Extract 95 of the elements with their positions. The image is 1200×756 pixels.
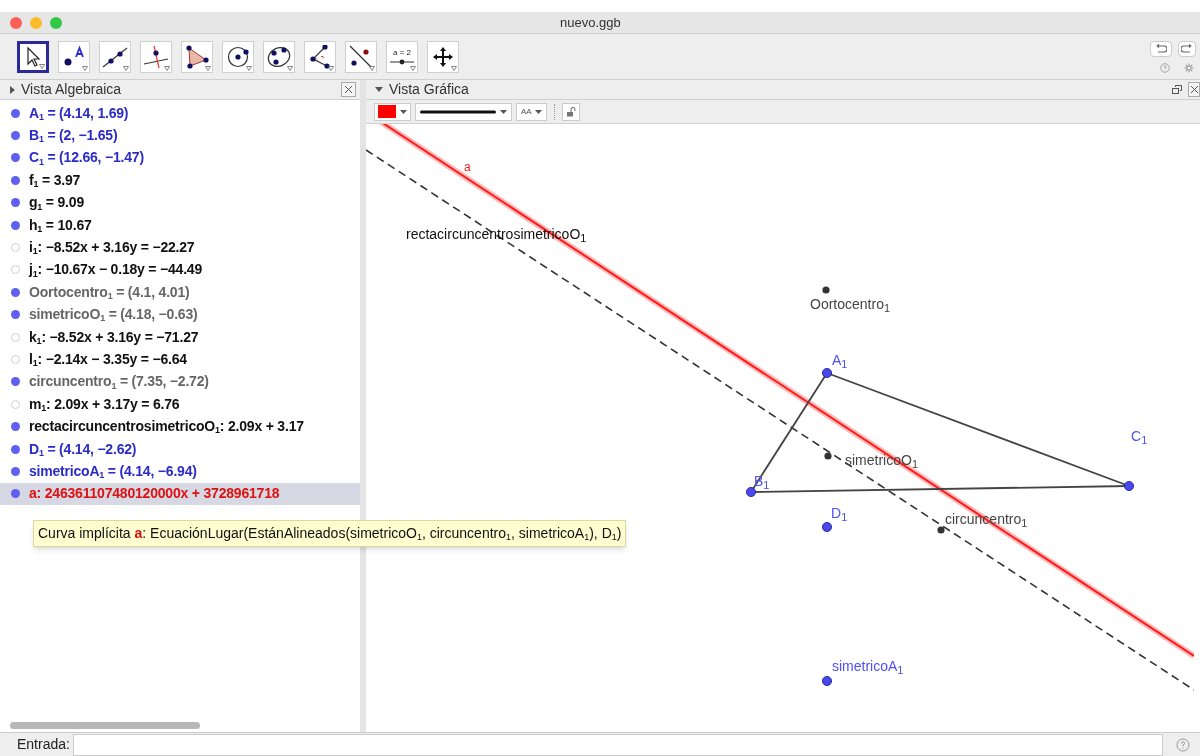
point-marker[interactable] (822, 286, 830, 294)
point-marker[interactable] (822, 676, 832, 686)
algebra-row[interactable]: j$_{1}$: −10.67x − 0.18y = −44.49 (0, 258, 360, 282)
algebra-entry: h$_{1}$ = 10.67 (29, 215, 92, 236)
algebra-entry: l$_{1}$: −2.14x − 3.35y = −6.64 (29, 350, 187, 370)
algebra-entry: A$_{1}$ = (4.14, 1.69) (29, 103, 129, 124)
algebra-row[interactable]: Oortocentro$_{1}$ = (4.1, 4.01) (0, 281, 360, 304)
algebra-row[interactable]: simetricoO$_{1}$ = (4.18, −0.63) (0, 303, 360, 326)
dropdown-triangle-icon (287, 65, 293, 71)
line-style-button[interactable] (415, 102, 512, 121)
color-button[interactable] (374, 102, 411, 121)
window-title: nuevo.ggb (560, 13, 621, 32)
close-panel-button[interactable] (341, 82, 356, 97)
point-marker[interactable] (1124, 481, 1134, 491)
line-label: a (464, 159, 471, 176)
algebra-row[interactable]: C$_{1}$ = (12.66, −1.47) (0, 146, 360, 170)
algebra-row[interactable]: B$_{1}$ = (2, −1.65) (0, 124, 360, 147)
point-label: simetricoA$_{1}$ (832, 657, 904, 677)
expanded-triangle-icon[interactable] (375, 87, 383, 92)
close-window-button[interactable] (10, 16, 22, 29)
lock-button[interactable] (561, 102, 580, 121)
caret-icon (534, 109, 542, 114)
panel-title: Vista Algebraica (21, 80, 122, 99)
dropdown-triangle-icon (328, 65, 334, 71)
input-label: Entrada: (17, 735, 70, 754)
algebra-entry: j$_{1}$: −10.67x − 0.18y = −44.49 (29, 260, 203, 281)
close-icon (344, 85, 353, 94)
algebra-entry: f$_{1}$ = 3.97 (29, 170, 81, 191)
redo-icon (1181, 43, 1193, 54)
point-marker[interactable] (746, 487, 756, 497)
algebra-row[interactable]: simetricoA$_{1}$ = (4.14, −6.94) (0, 460, 360, 483)
algebra-entry: i$_{1}$: −8.52x + 3.16y = −22.27 (29, 238, 195, 259)
algebra-row[interactable]: h$_{1}$ = 10.67 (0, 213, 360, 237)
undo-icon (1155, 43, 1167, 54)
collapsed-triangle-icon[interactable] (10, 85, 15, 94)
dropdown-triangle-icon (123, 65, 129, 71)
horizontal-scrollbar[interactable] (10, 721, 200, 729)
algebra-entry: C$_{1}$ = (12.66, −1.47) (29, 148, 144, 169)
dropdown-triangle-icon (82, 65, 88, 71)
algebra-entry: B$_{1}$ = (2, −1.65) (29, 126, 118, 147)
dropdown-triangle-icon (39, 63, 45, 69)
caret-icon (400, 109, 407, 114)
algebra-entry: a: 246361107480120000x + 3728961718 (29, 484, 280, 504)
point-marker[interactable] (822, 368, 832, 378)
algebra-entry: g$_{1}$ = 9.09 (29, 193, 84, 214)
dropdown-triangle-icon (410, 65, 416, 71)
close-icon (1189, 85, 1199, 94)
point-label: Oortocentro$_{1}$ (810, 295, 891, 315)
close-panel-button[interactable] (1188, 82, 1200, 97)
algebra-entry: m$_{1}$: 2.09x + 3.17y = 6.76 (29, 394, 180, 415)
algebra-row[interactable]: k$_{1}$: −8.52x + 3.16y = −71.27 (0, 325, 360, 349)
algebra-entry: simetricoO$_{1}$ = (4.18, −0.63) (29, 305, 198, 326)
line-style-icon (420, 109, 496, 114)
algebra-entry: Oortocentro$_{1}$ = (4.1, 4.01) (29, 282, 190, 303)
algebra-row[interactable]: l$_{1}$: −2.14x − 3.35y = −6.64 (0, 348, 360, 371)
tool-button[interactable] (17, 40, 49, 73)
algebra-row[interactable]: circuncentro$_{1}$ = (7.35, −2.72) (0, 370, 360, 394)
undock-icon[interactable] (1172, 85, 1182, 94)
conic-icon (266, 44, 292, 69)
angle-icon (307, 44, 333, 69)
perpendicular-line-icon (143, 44, 169, 69)
dropdown-triangle-icon (451, 65, 457, 71)
algebra-entry: D$_{1}$ = (4.14, −2.62) (29, 439, 137, 460)
algebra-row[interactable]: a: 246361107480120000x + 3728961718 (0, 482, 360, 506)
algebra-entry: circuncentro$_{1}$ = (7.35, −2.72) (29, 372, 209, 393)
tool-button[interactable]: a = 2 (386, 40, 418, 73)
algebra-row[interactable]: D$_{1}$ = (4.14, −2.62) (0, 437, 360, 461)
point-label: A$_{1}$ (832, 351, 848, 371)
point-label: C$_{1}$ (1131, 427, 1148, 447)
redo-button[interactable] (1178, 40, 1196, 57)
algebra-row[interactable]: rectacircuncentrosimetricoO$_{1}$: 2.09x + 3.17 (0, 415, 360, 438)
algebra-row[interactable]: A$_{1}$ = (4.14, 1.69) (0, 102, 360, 125)
polygon-icon (184, 44, 210, 69)
dropdown-triangle-icon (164, 65, 170, 71)
point-label: D$_{1}$ (831, 504, 848, 524)
undo-button[interactable] (1150, 40, 1172, 57)
point-marker[interactable] (822, 522, 832, 532)
dropdown-triangle-icon (205, 65, 211, 71)
algebra-entry: k$_{1}$: −8.52x + 3.16y = −71.27 (29, 327, 199, 348)
algebra-row[interactable]: f$_{1}$ = 3.97 (0, 169, 360, 192)
algebra-entry: rectacircuncentrosimetricoO$_{1}$: 2.09x + 3.17 (29, 417, 304, 438)
label-style-button[interactable]: AA (516, 102, 547, 121)
unlocked-padlock-icon (565, 106, 576, 117)
algebra-row[interactable]: g$_{1}$ = 9.09 (0, 191, 360, 214)
dropdown-triangle-icon (246, 65, 252, 71)
circle-icon (225, 44, 251, 69)
tooltip: Curva implícita a: EcuaciónLugar(EstánAlineados(simetricoO$_{1}$, circuncentro$_{1}$, simetricoA$_{1}$), D$_{1}$) (33, 520, 627, 547)
caret-icon (500, 109, 507, 114)
panel-title: Vista Gráfica (389, 80, 469, 99)
point-marker[interactable] (937, 526, 945, 534)
algebra-entry: simetricoA$_{1}$ = (4.14, −6.94) (29, 461, 197, 482)
algebra-row[interactable]: m$_{1}$: 2.09x + 3.17y = 6.76 (0, 393, 360, 416)
dropdown-triangle-icon (369, 65, 375, 71)
point-marker[interactable] (824, 452, 832, 460)
algebra-row[interactable]: i$_{1}$: −8.52x + 3.16y = −22.27 (0, 236, 360, 259)
